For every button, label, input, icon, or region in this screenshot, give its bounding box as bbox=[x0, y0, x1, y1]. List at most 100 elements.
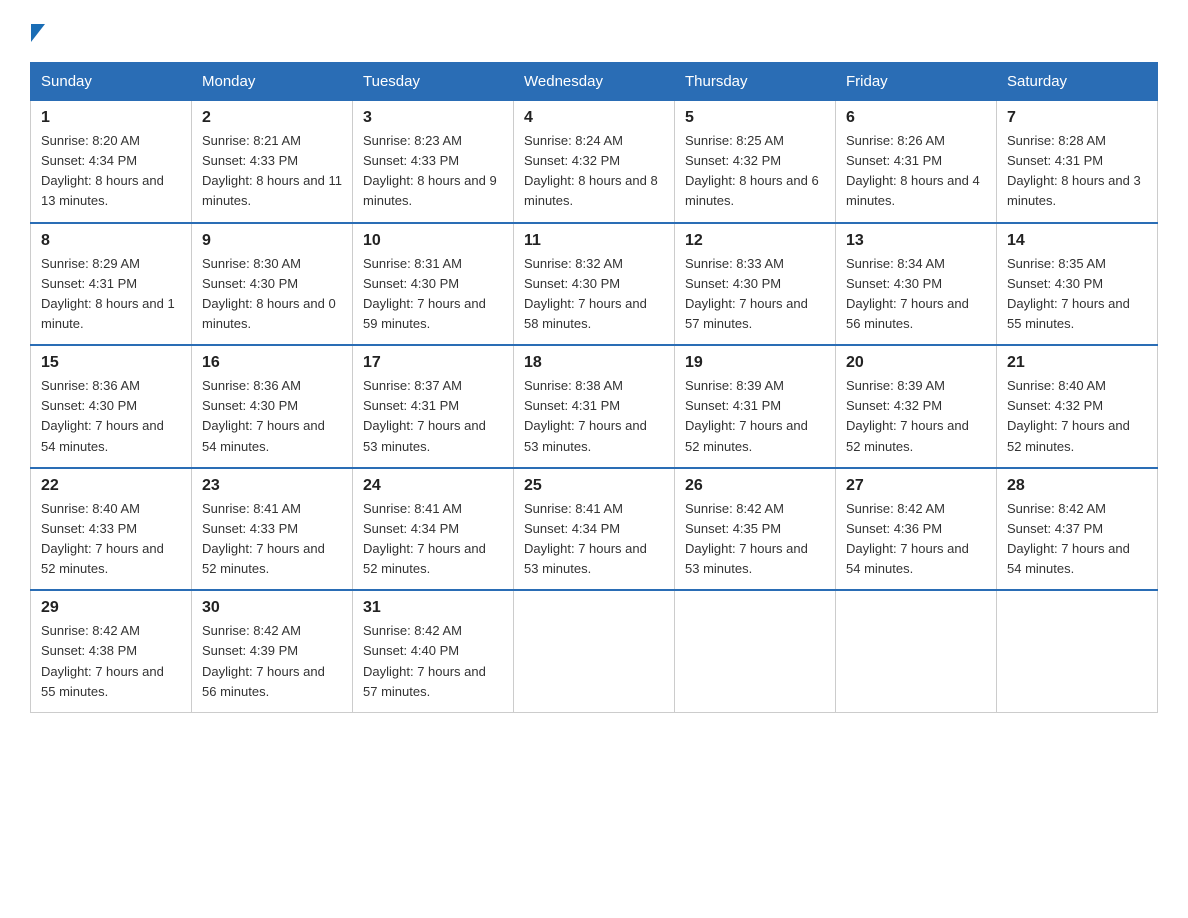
day-cell bbox=[514, 590, 675, 712]
day-cell: 16 Sunrise: 8:36 AMSunset: 4:30 PMDaylig… bbox=[192, 345, 353, 468]
day-number: 8 bbox=[41, 232, 181, 250]
day-detail: Sunrise: 8:42 AMSunset: 4:35 PMDaylight:… bbox=[685, 499, 825, 580]
day-detail: Sunrise: 8:42 AMSunset: 4:38 PMDaylight:… bbox=[41, 621, 181, 702]
day-number: 20 bbox=[846, 354, 986, 372]
day-detail: Sunrise: 8:42 AMSunset: 4:40 PMDaylight:… bbox=[363, 621, 503, 702]
day-detail: Sunrise: 8:37 AMSunset: 4:31 PMDaylight:… bbox=[363, 376, 503, 457]
day-cell: 1 Sunrise: 8:20 AMSunset: 4:34 PMDayligh… bbox=[31, 101, 192, 223]
day-number: 13 bbox=[846, 232, 986, 250]
day-number: 27 bbox=[846, 477, 986, 495]
day-detail: Sunrise: 8:32 AMSunset: 4:30 PMDaylight:… bbox=[524, 254, 664, 335]
week-row-4: 22 Sunrise: 8:40 AMSunset: 4:33 PMDaylig… bbox=[31, 468, 1158, 591]
col-wednesday: Wednesday bbox=[514, 63, 675, 101]
day-cell: 5 Sunrise: 8:25 AMSunset: 4:32 PMDayligh… bbox=[675, 101, 836, 223]
day-number: 24 bbox=[363, 477, 503, 495]
day-detail: Sunrise: 8:41 AMSunset: 4:33 PMDaylight:… bbox=[202, 499, 342, 580]
day-number: 19 bbox=[685, 354, 825, 372]
week-row-1: 1 Sunrise: 8:20 AMSunset: 4:34 PMDayligh… bbox=[31, 101, 1158, 223]
day-cell bbox=[997, 590, 1158, 712]
day-cell: 6 Sunrise: 8:26 AMSunset: 4:31 PMDayligh… bbox=[836, 101, 997, 223]
day-detail: Sunrise: 8:25 AMSunset: 4:32 PMDaylight:… bbox=[685, 131, 825, 212]
day-detail: Sunrise: 8:42 AMSunset: 4:36 PMDaylight:… bbox=[846, 499, 986, 580]
day-cell: 18 Sunrise: 8:38 AMSunset: 4:31 PMDaylig… bbox=[514, 345, 675, 468]
day-number: 26 bbox=[685, 477, 825, 495]
day-detail: Sunrise: 8:23 AMSunset: 4:33 PMDaylight:… bbox=[363, 131, 503, 212]
day-detail: Sunrise: 8:35 AMSunset: 4:30 PMDaylight:… bbox=[1007, 254, 1147, 335]
day-cell: 15 Sunrise: 8:36 AMSunset: 4:30 PMDaylig… bbox=[31, 345, 192, 468]
day-cell: 22 Sunrise: 8:40 AMSunset: 4:33 PMDaylig… bbox=[31, 468, 192, 591]
week-row-2: 8 Sunrise: 8:29 AMSunset: 4:31 PMDayligh… bbox=[31, 223, 1158, 346]
day-detail: Sunrise: 8:39 AMSunset: 4:32 PMDaylight:… bbox=[846, 376, 986, 457]
day-number: 21 bbox=[1007, 354, 1147, 372]
day-number: 22 bbox=[41, 477, 181, 495]
day-detail: Sunrise: 8:34 AMSunset: 4:30 PMDaylight:… bbox=[846, 254, 986, 335]
page-header bbox=[30, 20, 1158, 42]
day-number: 25 bbox=[524, 477, 664, 495]
day-number: 18 bbox=[524, 354, 664, 372]
day-number: 15 bbox=[41, 354, 181, 372]
day-number: 11 bbox=[524, 232, 664, 250]
day-cell: 28 Sunrise: 8:42 AMSunset: 4:37 PMDaylig… bbox=[997, 468, 1158, 591]
day-number: 7 bbox=[1007, 109, 1147, 127]
day-number: 12 bbox=[685, 232, 825, 250]
day-cell: 12 Sunrise: 8:33 AMSunset: 4:30 PMDaylig… bbox=[675, 223, 836, 346]
day-detail: Sunrise: 8:21 AMSunset: 4:33 PMDaylight:… bbox=[202, 131, 342, 212]
day-cell: 13 Sunrise: 8:34 AMSunset: 4:30 PMDaylig… bbox=[836, 223, 997, 346]
day-number: 9 bbox=[202, 232, 342, 250]
day-cell: 8 Sunrise: 8:29 AMSunset: 4:31 PMDayligh… bbox=[31, 223, 192, 346]
day-number: 30 bbox=[202, 599, 342, 617]
col-monday: Monday bbox=[192, 63, 353, 101]
col-saturday: Saturday bbox=[997, 63, 1158, 101]
logo-triangle-icon bbox=[31, 24, 45, 42]
day-number: 29 bbox=[41, 599, 181, 617]
week-row-3: 15 Sunrise: 8:36 AMSunset: 4:30 PMDaylig… bbox=[31, 345, 1158, 468]
day-cell: 25 Sunrise: 8:41 AMSunset: 4:34 PMDaylig… bbox=[514, 468, 675, 591]
day-number: 17 bbox=[363, 354, 503, 372]
day-cell: 21 Sunrise: 8:40 AMSunset: 4:32 PMDaylig… bbox=[997, 345, 1158, 468]
day-cell: 27 Sunrise: 8:42 AMSunset: 4:36 PMDaylig… bbox=[836, 468, 997, 591]
day-detail: Sunrise: 8:36 AMSunset: 4:30 PMDaylight:… bbox=[202, 376, 342, 457]
day-number: 6 bbox=[846, 109, 986, 127]
day-number: 16 bbox=[202, 354, 342, 372]
day-detail: Sunrise: 8:29 AMSunset: 4:31 PMDaylight:… bbox=[41, 254, 181, 335]
col-tuesday: Tuesday bbox=[353, 63, 514, 101]
calendar-table: Sunday Monday Tuesday Wednesday Thursday… bbox=[30, 62, 1158, 713]
day-number: 10 bbox=[363, 232, 503, 250]
day-number: 28 bbox=[1007, 477, 1147, 495]
day-number: 23 bbox=[202, 477, 342, 495]
day-number: 2 bbox=[202, 109, 342, 127]
day-cell: 9 Sunrise: 8:30 AMSunset: 4:30 PMDayligh… bbox=[192, 223, 353, 346]
col-thursday: Thursday bbox=[675, 63, 836, 101]
day-cell: 26 Sunrise: 8:42 AMSunset: 4:35 PMDaylig… bbox=[675, 468, 836, 591]
day-cell: 29 Sunrise: 8:42 AMSunset: 4:38 PMDaylig… bbox=[31, 590, 192, 712]
day-detail: Sunrise: 8:36 AMSunset: 4:30 PMDaylight:… bbox=[41, 376, 181, 457]
col-friday: Friday bbox=[836, 63, 997, 101]
day-detail: Sunrise: 8:31 AMSunset: 4:30 PMDaylight:… bbox=[363, 254, 503, 335]
day-number: 3 bbox=[363, 109, 503, 127]
day-cell bbox=[836, 590, 997, 712]
day-detail: Sunrise: 8:40 AMSunset: 4:33 PMDaylight:… bbox=[41, 499, 181, 580]
day-cell: 17 Sunrise: 8:37 AMSunset: 4:31 PMDaylig… bbox=[353, 345, 514, 468]
day-cell: 3 Sunrise: 8:23 AMSunset: 4:33 PMDayligh… bbox=[353, 101, 514, 223]
week-row-5: 29 Sunrise: 8:42 AMSunset: 4:38 PMDaylig… bbox=[31, 590, 1158, 712]
day-number: 31 bbox=[363, 599, 503, 617]
logo bbox=[30, 20, 45, 42]
day-number: 14 bbox=[1007, 232, 1147, 250]
day-detail: Sunrise: 8:41 AMSunset: 4:34 PMDaylight:… bbox=[363, 499, 503, 580]
day-cell bbox=[675, 590, 836, 712]
day-detail: Sunrise: 8:42 AMSunset: 4:39 PMDaylight:… bbox=[202, 621, 342, 702]
day-cell: 7 Sunrise: 8:28 AMSunset: 4:31 PMDayligh… bbox=[997, 101, 1158, 223]
day-detail: Sunrise: 8:33 AMSunset: 4:30 PMDaylight:… bbox=[685, 254, 825, 335]
day-number: 4 bbox=[524, 109, 664, 127]
day-detail: Sunrise: 8:40 AMSunset: 4:32 PMDaylight:… bbox=[1007, 376, 1147, 457]
day-detail: Sunrise: 8:41 AMSunset: 4:34 PMDaylight:… bbox=[524, 499, 664, 580]
day-detail: Sunrise: 8:39 AMSunset: 4:31 PMDaylight:… bbox=[685, 376, 825, 457]
day-detail: Sunrise: 8:38 AMSunset: 4:31 PMDaylight:… bbox=[524, 376, 664, 457]
day-detail: Sunrise: 8:20 AMSunset: 4:34 PMDaylight:… bbox=[41, 131, 181, 212]
day-detail: Sunrise: 8:24 AMSunset: 4:32 PMDaylight:… bbox=[524, 131, 664, 212]
day-detail: Sunrise: 8:42 AMSunset: 4:37 PMDaylight:… bbox=[1007, 499, 1147, 580]
day-cell: 19 Sunrise: 8:39 AMSunset: 4:31 PMDaylig… bbox=[675, 345, 836, 468]
day-detail: Sunrise: 8:30 AMSunset: 4:30 PMDaylight:… bbox=[202, 254, 342, 335]
day-cell: 20 Sunrise: 8:39 AMSunset: 4:32 PMDaylig… bbox=[836, 345, 997, 468]
day-cell: 23 Sunrise: 8:41 AMSunset: 4:33 PMDaylig… bbox=[192, 468, 353, 591]
